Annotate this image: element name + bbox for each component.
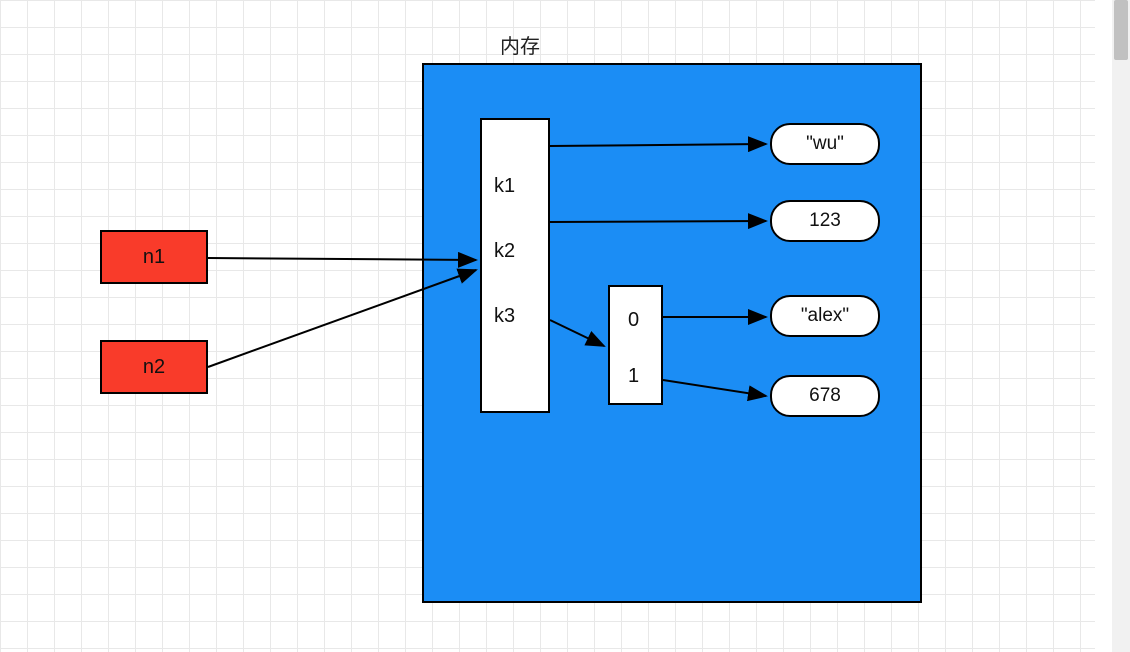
value-678[interactable]: 678 bbox=[770, 375, 880, 417]
variable-n2-label: n2 bbox=[143, 356, 165, 379]
index-1: 1 bbox=[628, 365, 639, 388]
vertical-scrollbar-thumb[interactable] bbox=[1114, 0, 1128, 60]
value-678-label: 678 bbox=[809, 385, 841, 407]
variable-n2[interactable]: n2 bbox=[100, 340, 208, 394]
value-wu-label: "wu" bbox=[806, 133, 844, 155]
index-0: 0 bbox=[628, 309, 639, 332]
value-wu[interactable]: "wu" bbox=[770, 123, 880, 165]
list-index-block[interactable]: 0 1 bbox=[608, 285, 663, 405]
memory-title: 内存 bbox=[500, 30, 540, 59]
key-k3: k3 bbox=[494, 305, 515, 328]
value-alex[interactable]: "alex" bbox=[770, 295, 880, 337]
value-123[interactable]: 123 bbox=[770, 200, 880, 242]
value-alex-label: "alex" bbox=[801, 305, 849, 327]
value-123-label: 123 bbox=[809, 210, 841, 232]
variable-n1-label: n1 bbox=[143, 246, 165, 269]
dict-keys-block[interactable]: k1 k2 k3 bbox=[480, 118, 550, 413]
key-k2: k2 bbox=[494, 240, 515, 263]
key-k1: k1 bbox=[494, 175, 515, 198]
variable-n1[interactable]: n1 bbox=[100, 230, 208, 284]
vertical-scrollbar-track[interactable] bbox=[1112, 0, 1130, 652]
